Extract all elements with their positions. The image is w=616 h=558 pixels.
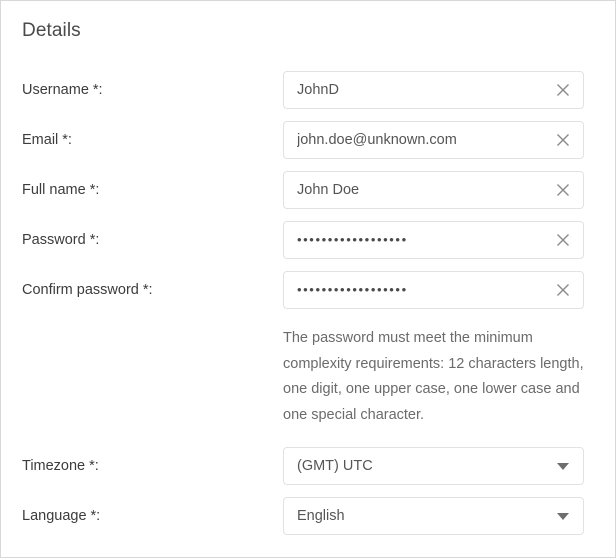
form-row-language: Language *: English [1,497,615,547]
form-row-confirm-password: Confirm password *: •••••••••••••••••• [1,271,615,321]
close-icon[interactable] [553,280,573,300]
label-username: Username *: [22,82,103,98]
password-input-value: •••••••••••••••••• [297,232,408,247]
timezone-select[interactable]: (GMT) UTC [283,447,584,485]
email-input-value: john.doe@unknown.com [297,132,457,148]
fullname-input[interactable]: John Doe [283,171,584,209]
label-password: Password *: [22,232,100,248]
username-input-value: JohnD [297,82,339,98]
close-icon[interactable] [553,180,573,200]
language-select-value: English [297,508,345,524]
form-row-email: Email *: john.doe@unknown.com [1,121,615,171]
label-fullname: Full name *: [22,182,100,198]
form-row-timezone: Timezone *: (GMT) UTC [1,447,615,497]
username-input[interactable]: JohnD [283,71,584,109]
chevron-down-icon[interactable] [557,463,569,470]
label-timezone: Timezone *: [22,458,99,474]
details-panel: Details Username *: JohnD Email *: john.… [0,0,616,558]
field-language: English [283,497,584,535]
chevron-down-icon[interactable] [557,513,569,520]
form-row-username: Username *: JohnD [1,71,615,121]
password-complexity-hint: The password must meet the minimum compl… [283,330,584,423]
close-icon[interactable] [553,130,573,150]
label-language: Language *: [22,508,101,524]
field-timezone: (GMT) UTC [283,447,584,485]
timezone-select-value: (GMT) UTC [297,458,373,474]
page-title: Details [22,20,81,41]
confirm-password-input[interactable]: •••••••••••••••••• [283,271,584,309]
password-input[interactable]: •••••••••••••••••• [283,221,584,259]
email-input[interactable]: john.doe@unknown.com [283,121,584,159]
field-username: JohnD [283,71,584,109]
close-icon[interactable] [553,80,573,100]
form-row-password: Password *: •••••••••••••••••• [1,221,615,271]
label-email: Email *: [22,132,72,148]
close-icon[interactable] [553,230,573,250]
language-select[interactable]: English [283,497,584,535]
field-password: •••••••••••••••••• [283,221,584,259]
label-confirm-password: Confirm password *: [22,282,153,298]
field-confirm-password: •••••••••••••••••• [283,271,584,309]
field-email: john.doe@unknown.com [283,121,584,159]
fullname-input-value: John Doe [297,182,360,198]
confirm-password-input-value: •••••••••••••••••• [297,282,408,297]
form-row-fullname: Full name *: John Doe [1,171,615,221]
field-fullname: John Doe [283,171,584,209]
